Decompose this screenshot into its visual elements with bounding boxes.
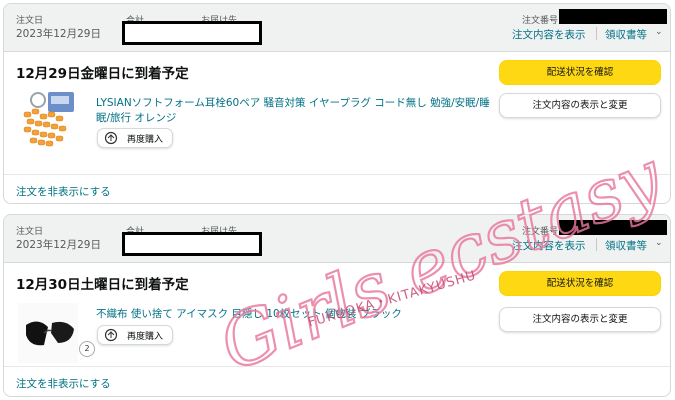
view-modify-order-button[interactable]: 注文内容の表示と変更 [499,307,661,332]
buy-again-label: 再度購入 [127,135,164,145]
earplugs-product-image[interactable] [18,90,78,150]
redacted-order-number [559,220,667,235]
product-title-link[interactable]: LYSIANソフトフォーム耳栓60ペア 騒音対策 イヤープラグ コード無し 勉強… [96,96,491,126]
chevron-down-icon[interactable]: ⌄ [655,27,663,37]
divider [596,27,597,40]
track-package-button[interactable]: 配送状況を確認 [499,60,661,85]
delivery-status: 12月30日土曜日に到着予定 [16,277,189,293]
buy-again-icon [104,328,118,342]
chevron-down-icon[interactable]: ⌄ [655,238,663,248]
redacted-total-shipto [122,21,262,45]
buy-again-button[interactable]: 再度購入 [97,128,173,148]
order-footer: 注文を非表示にする [4,174,670,203]
order-date: 2023年12月29日 [16,239,101,251]
order-date-label: 注文日 [16,16,44,26]
view-modify-order-button[interactable]: 注文内容の表示と変更 [499,93,661,118]
receipt-link[interactable]: 領収書等 [605,27,647,42]
order-header: 注文日 2023年12月29日 合計 お届け先 注文番号 注文内容を表示 領収書… [4,215,670,263]
order-number-label: 注文番号 [522,227,559,237]
order-card: 注文日 2023年12月29日 合計 お届け先 注文番号 注文内容を表示 領収書… [3,214,671,397]
view-order-details-link[interactable]: 注文内容を表示 [512,238,586,253]
order-number-label: 注文番号 [522,16,559,26]
divider [596,238,597,251]
eye-mask-product-image[interactable] [18,303,78,363]
quantity-badge: 2 [79,341,95,357]
hide-order-link[interactable]: 注文を非表示にする [16,376,111,391]
hide-order-link[interactable]: 注文を非表示にする [16,184,111,199]
view-order-details-link[interactable]: 注文内容を表示 [512,27,586,42]
order-footer: 注文を非表示にする [4,366,670,396]
buy-again-icon [104,131,118,145]
redacted-order-number [559,9,667,24]
redacted-total-shipto [122,232,262,256]
order-header: 注文日 2023年12月29日 合計 お届け先 注文番号 注文内容を表示 領収書… [4,4,670,52]
track-package-button[interactable]: 配送状況を確認 [499,271,661,296]
order-date-label: 注文日 [16,227,44,237]
delivery-status: 12月29日金曜日に到着予定 [16,66,189,82]
order-card: 注文日 2023年12月29日 合計 お届け先 注文番号 注文内容を表示 領収書… [3,3,671,204]
receipt-link[interactable]: 領収書等 [605,238,647,253]
buy-again-label: 再度購入 [127,332,164,342]
order-date: 2023年12月29日 [16,28,101,40]
product-title-link[interactable]: 不織布 使い捨て アイマスク 目隠し 10枚セット 個包装 ブラック [96,307,491,322]
buy-again-button[interactable]: 再度購入 [97,325,173,345]
